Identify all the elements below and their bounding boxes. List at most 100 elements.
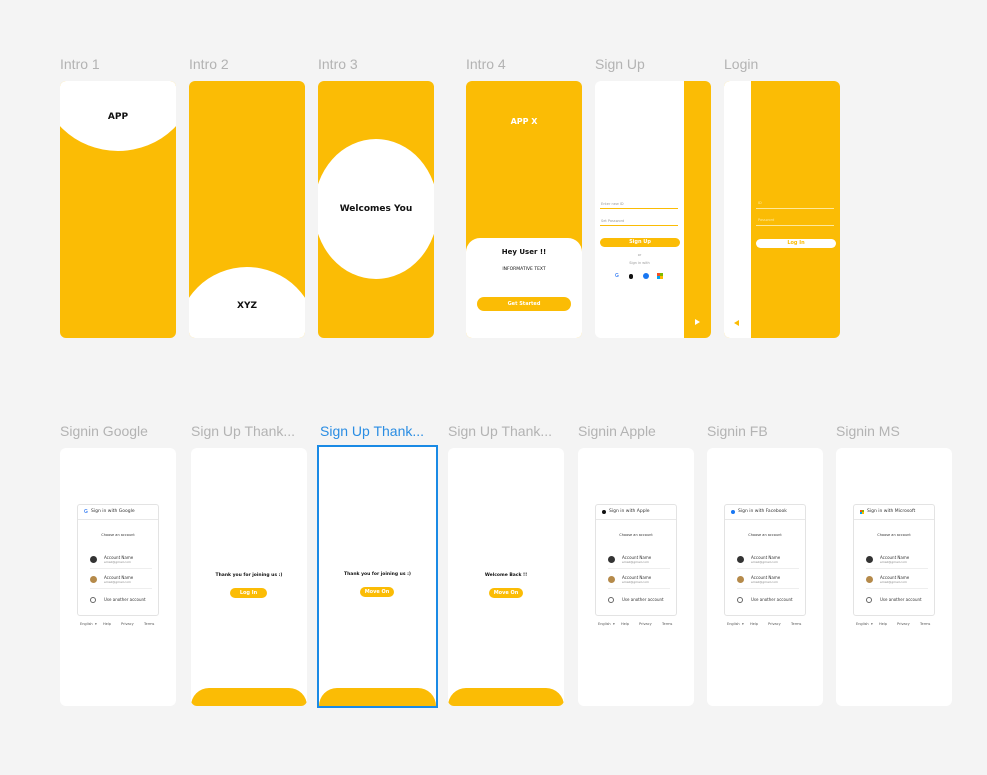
- signup-or-text: or: [637, 253, 642, 257]
- account-option-2[interactable]: Account Name email@gmail.com: [737, 573, 799, 589]
- terms-link[interactable]: Terms: [144, 622, 154, 626]
- language-select[interactable]: English: [598, 622, 611, 626]
- login-id-placeholder: ID: [758, 201, 762, 205]
- google-icon[interactable]: G: [614, 273, 620, 279]
- use-another-account[interactable]: Use another account: [737, 596, 799, 606]
- language-select[interactable]: English: [80, 622, 93, 626]
- login-pw-field[interactable]: [756, 225, 834, 226]
- account-option-1[interactable]: Account Name email@gmail.com: [737, 553, 799, 569]
- frame-sign-up-thanks-2[interactable]: Thank you for joining us :) Move On: [317, 445, 438, 708]
- facebook-icon: [731, 510, 735, 514]
- apple-icon: [602, 510, 606, 514]
- facebook-icon[interactable]: [643, 273, 649, 279]
- intro1-title: APP: [107, 112, 129, 122]
- frame-label-sign-up-thanks-1[interactable]: Sign Up Thank...: [191, 423, 295, 439]
- log-in-button[interactable]: Log In: [230, 588, 267, 598]
- choose-account-text: Choose an account: [101, 533, 135, 537]
- terms-link[interactable]: Terms: [662, 622, 672, 626]
- avatar: [90, 556, 97, 563]
- account-option-1[interactable]: Account Name email@gmail.com: [608, 553, 670, 569]
- frame-label-intro-4[interactable]: Intro 4: [466, 56, 506, 72]
- avatar: [737, 556, 744, 563]
- language-select[interactable]: English: [727, 622, 740, 626]
- bottom-wave: [191, 688, 307, 706]
- user-circle-icon: [608, 597, 614, 603]
- frame-signin-ms[interactable]: Sign in with Microsoft Choose an account…: [836, 448, 952, 706]
- avatar: [866, 556, 873, 563]
- frame-label-sign-up-thanks-2[interactable]: Sign Up Thank...: [320, 423, 424, 439]
- help-link[interactable]: Help: [621, 622, 629, 626]
- language-select[interactable]: English: [856, 622, 869, 626]
- use-another-account[interactable]: Use another account: [90, 596, 152, 606]
- sign-up-button[interactable]: Sign Up: [600, 238, 680, 247]
- dialog-header: Sign in with Facebook: [725, 505, 805, 520]
- play-arrow-icon[interactable]: [695, 319, 700, 325]
- move-on-button[interactable]: Move On: [489, 588, 523, 598]
- frame-label-intro-2[interactable]: Intro 2: [189, 56, 229, 72]
- get-started-button[interactable]: Get Started: [477, 297, 571, 311]
- frame-sign-up-thanks-1[interactable]: Thank you for joining us :) Log In: [191, 448, 307, 706]
- use-another-account[interactable]: Use another account: [866, 596, 928, 606]
- account-option-1[interactable]: Account Name email@gmail.com: [866, 553, 928, 569]
- dialog-footer: English ▾ Help Privacy Terms: [80, 622, 162, 628]
- frame-label-signin-apple[interactable]: Signin Apple: [578, 423, 656, 439]
- frame-label-login[interactable]: Login: [724, 56, 758, 72]
- frame-signin-fb[interactable]: Sign in with Facebook Choose an account …: [707, 448, 823, 706]
- back-arrow-icon[interactable]: [734, 320, 739, 326]
- privacy-link[interactable]: Privacy: [639, 622, 652, 626]
- chevron-down-icon: ▾: [613, 622, 615, 626]
- dialog-footer: English ▾ Help Privacy Terms: [727, 622, 809, 628]
- account-email: email@gmail.com: [880, 560, 907, 564]
- frame-intro-1[interactable]: APP: [60, 81, 176, 338]
- terms-link[interactable]: Terms: [791, 622, 801, 626]
- avatar: [608, 556, 615, 563]
- avatar: [866, 576, 873, 583]
- signup-id-field[interactable]: [600, 208, 678, 209]
- account-option-1[interactable]: Account Name email@gmail.com: [90, 553, 152, 569]
- account-option-2[interactable]: Account Name email@gmail.com: [608, 573, 670, 589]
- frame-sign-up-thanks-3[interactable]: Welcome Back !! Move On: [448, 448, 564, 706]
- choose-account-text: Choose an account: [619, 533, 653, 537]
- signup-pw-field[interactable]: [600, 225, 678, 226]
- account-option-2[interactable]: Account Name email@gmail.com: [90, 573, 152, 589]
- account-option-2[interactable]: Account Name email@gmail.com: [866, 573, 928, 589]
- terms-link[interactable]: Terms: [920, 622, 930, 626]
- choose-account-text: Choose an account: [877, 533, 911, 537]
- login-id-field[interactable]: [756, 208, 834, 209]
- account-email: email@gmail.com: [751, 560, 778, 564]
- frame-intro-2[interactable]: XYZ: [189, 81, 305, 338]
- apple-icon[interactable]: [629, 274, 633, 279]
- privacy-link[interactable]: Privacy: [768, 622, 781, 626]
- account-email: email@gmail.com: [880, 580, 907, 584]
- frame-label-sign-up[interactable]: Sign Up: [595, 56, 645, 72]
- help-link[interactable]: Help: [750, 622, 758, 626]
- privacy-link[interactable]: Privacy: [121, 622, 134, 626]
- account-email: email@gmail.com: [751, 580, 778, 584]
- frame-label-intro-1[interactable]: Intro 1: [60, 56, 100, 72]
- move-on-button[interactable]: Move On: [360, 587, 394, 597]
- frame-signin-apple[interactable]: Sign in with Apple Choose an account Acc…: [578, 448, 694, 706]
- frame-label-signin-fb[interactable]: Signin FB: [707, 423, 768, 439]
- help-link[interactable]: Help: [879, 622, 887, 626]
- account-email: email@gmail.com: [104, 580, 131, 584]
- frame-intro-4[interactable]: APP X Hey User !! INFORMATIVE TEXT Get S…: [466, 81, 582, 338]
- log-in-button[interactable]: Log In: [756, 239, 836, 248]
- frame-label-intro-3[interactable]: Intro 3: [318, 56, 358, 72]
- chevron-down-icon: ▾: [95, 622, 97, 626]
- frame-label-sign-up-thanks-3[interactable]: Sign Up Thank...: [448, 423, 552, 439]
- google-dialog: G Sign in with Google Choose an account …: [77, 504, 159, 616]
- avatar: [608, 576, 615, 583]
- dialog-title: Sign in with Microsoft: [867, 509, 916, 514]
- privacy-link[interactable]: Privacy: [897, 622, 910, 626]
- frame-intro-3[interactable]: Welcomes You: [318, 81, 434, 338]
- help-link[interactable]: Help: [103, 622, 111, 626]
- frame-sign-up[interactable]: Enter new ID Set Password Sign Up or Sig…: [595, 81, 711, 338]
- use-another-account[interactable]: Use another account: [608, 596, 670, 606]
- frame-label-signin-google[interactable]: Signin Google: [60, 423, 148, 439]
- frame-signin-google[interactable]: G Sign in with Google Choose an account …: [60, 448, 176, 706]
- chevron-down-icon: ▾: [742, 622, 744, 626]
- dialog-header: Sign in with Apple: [596, 505, 676, 520]
- frame-label-signin-ms[interactable]: Signin MS: [836, 423, 900, 439]
- frame-login[interactable]: ID Password Log In: [724, 81, 840, 338]
- microsoft-icon[interactable]: [657, 273, 663, 279]
